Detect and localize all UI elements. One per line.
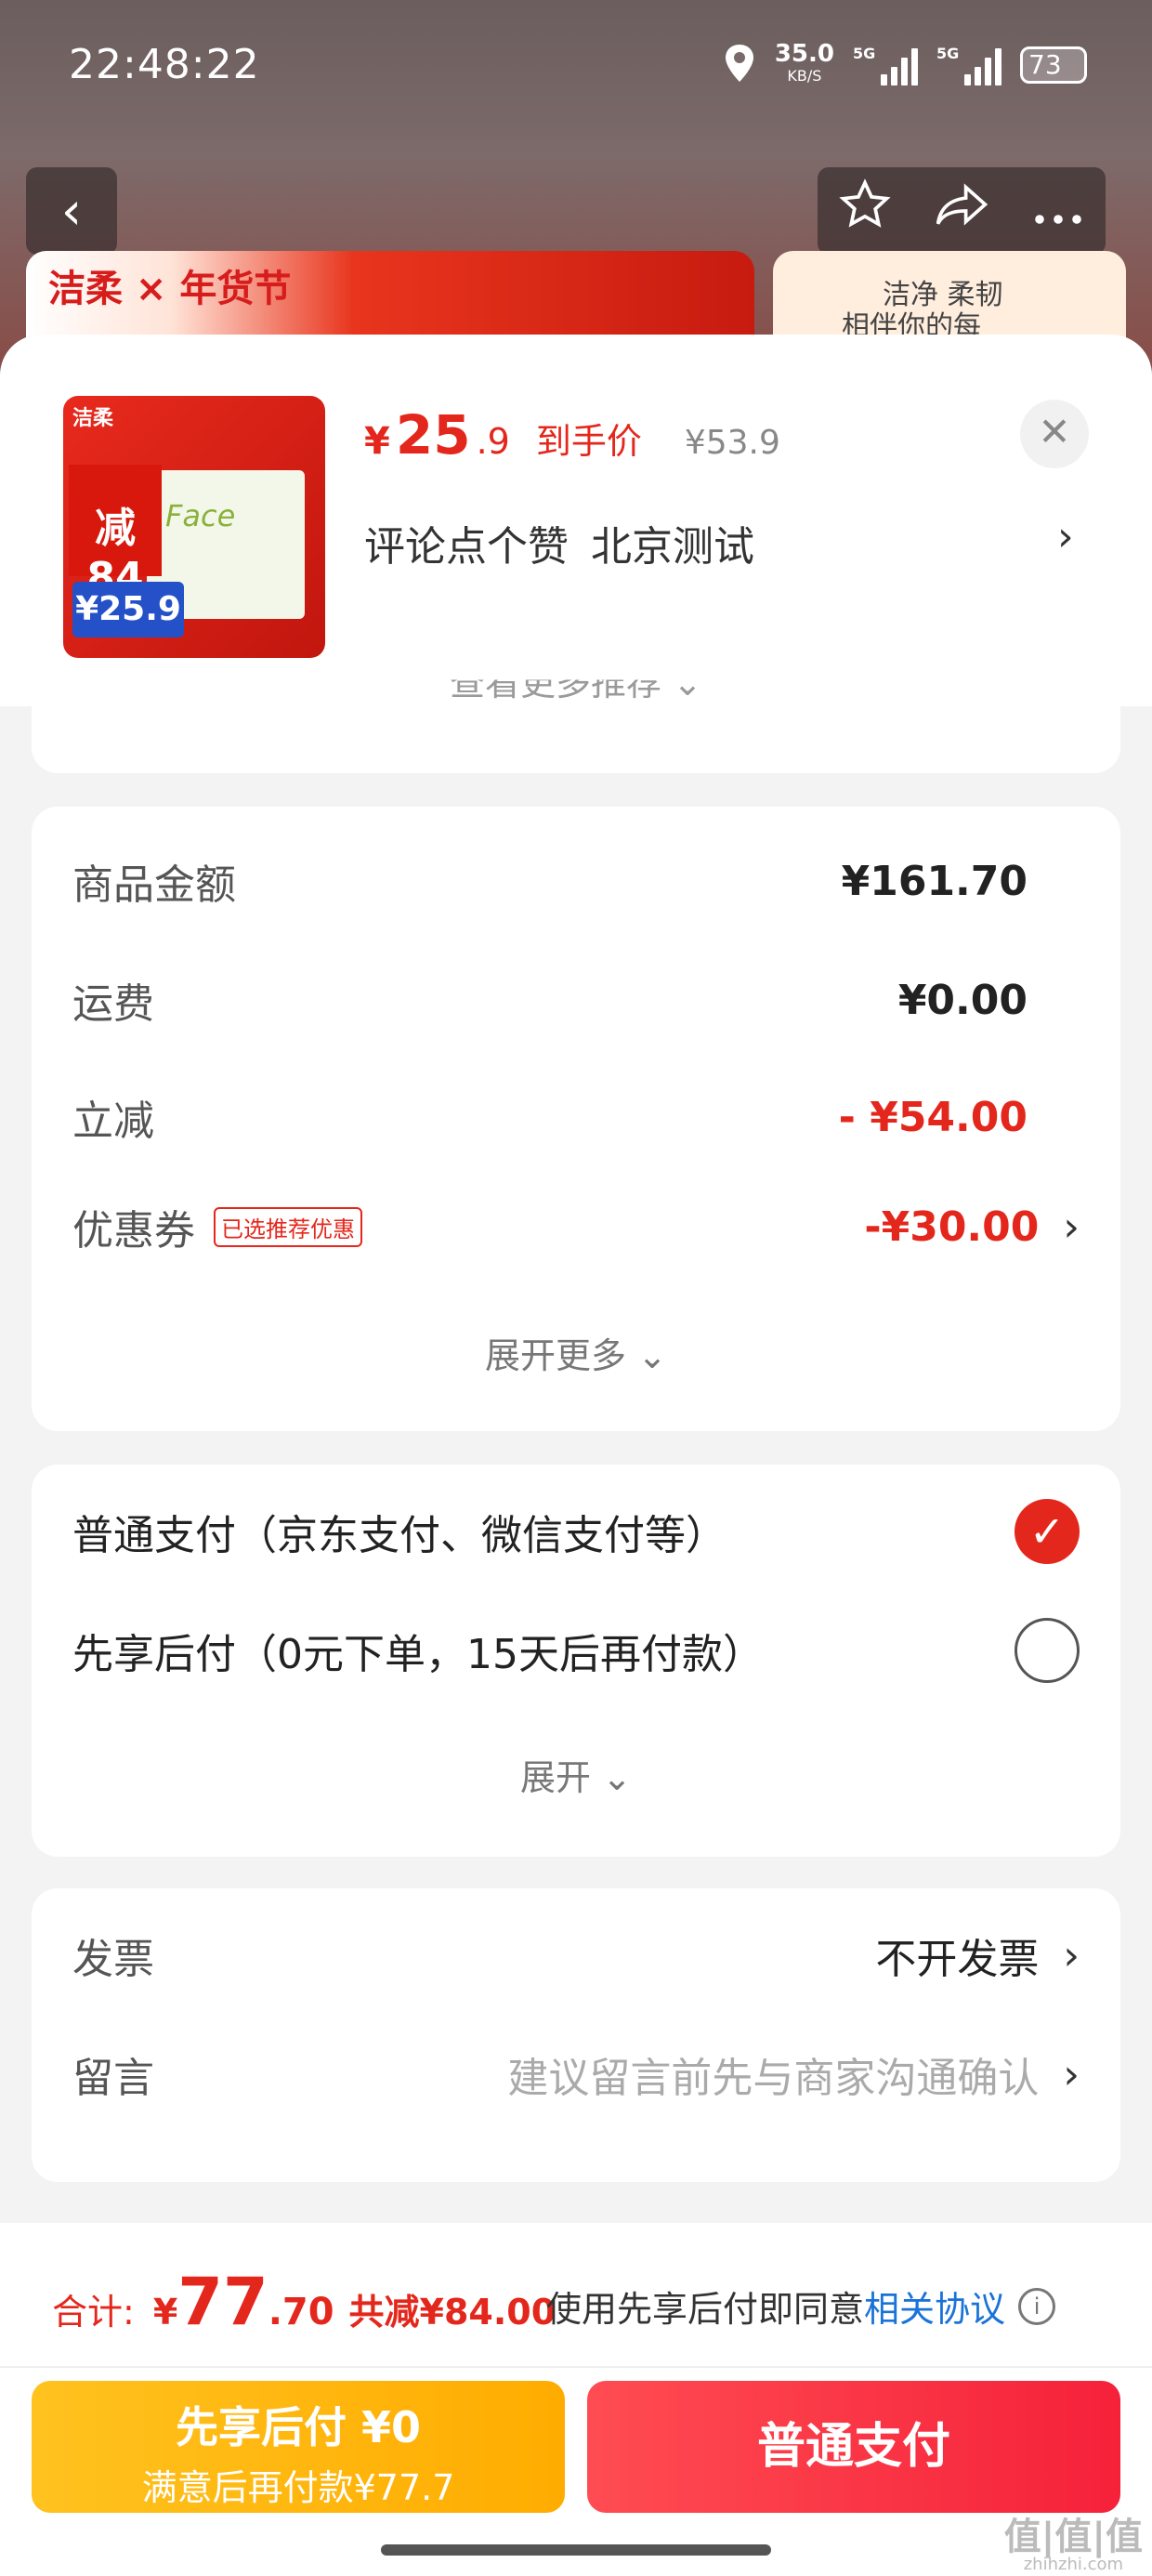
summary-row-discount: 立减 - ¥54.00 [72, 1093, 1028, 1146]
agreement-link[interactable]: 相关协议 [864, 2280, 1005, 2332]
pay-now-button[interactable]: 普通支付 [587, 2381, 1120, 2513]
total-amount: 合计: ¥ 77 .70 共减¥84.00 [52, 2264, 556, 2340]
watermark: 值|值|值 zhihzhi.com [1003, 2516, 1143, 2574]
network-speed: 35.0 KB/S [774, 40, 834, 85]
summary-row-shipping: 运费 ¥0.00 [72, 976, 1028, 1029]
checkout-footer: 合计: ¥ 77 .70 共减¥84.00 使用先享后付即同意 相关协议 i 先… [0, 2223, 1152, 2576]
home-indicator [381, 2544, 771, 2556]
close-icon: ✕ [1038, 409, 1071, 454]
payment-expand-button[interactable]: 展开 ⌄ [32, 1749, 1120, 1800]
pay-later-button[interactable]: 先享后付 ¥0 满意后再付款¥77.7 [32, 2381, 565, 2513]
note-placeholder: 建议留言前先与商家沟通确认 [507, 2055, 1040, 2102]
product-price: ¥ 25 .9 到手价 ¥53.9 [364, 403, 780, 467]
signal-icon-2: 5G [936, 45, 1001, 85]
total-saved: 共减¥84.00 [348, 2292, 556, 2333]
price-label: 到手价 [535, 421, 642, 462]
product-spec[interactable]: 评论点个赞 北京测试 [364, 513, 754, 572]
chevron-right-icon[interactable]: › [1057, 513, 1074, 560]
note-row[interactable]: 留言 建议留言前先与商家沟通确认 › [72, 2037, 1080, 2111]
discount-badge: 减84 [69, 465, 162, 601]
expand-more-button[interactable]: 展开更多 ⌄ [32, 1327, 1120, 1378]
share-icon[interactable] [934, 178, 989, 243]
payment-card: 普通支付（京东支付、微信支付等） ✓ 先享后付（0元下单，15天后再付款） 展开… [32, 1465, 1120, 1857]
chevron-left-icon: ‹ [60, 180, 83, 242]
radio-checked-icon[interactable]: ✓ [1015, 1499, 1080, 1564]
signal-icon: 5G [853, 45, 918, 85]
extras-card: 发票 不开发票 › 留言 建议留言前先与商家沟通确认 › [32, 1888, 1120, 2182]
payment-option-normal[interactable]: 普通支付（京东支付、微信支付等） ✓ [72, 1494, 1080, 1569]
more-icon[interactable] [1032, 181, 1084, 242]
recommend-card: 查看更多推荐 ⌄ [32, 660, 1120, 773]
chevron-right-icon: › [1063, 2050, 1080, 2098]
product-thumbnail: 洁柔 Face 减84 ¥25.9 [63, 396, 325, 658]
product-header: 洁柔 Face 减84 ¥25.9 ¥ 25 .9 到手价 ¥53.9 ✕ 评论… [0, 335, 1152, 706]
status-bar: 22:48:22 35.0 KB/S 5G 5G 73 [0, 0, 1152, 139]
chevron-down-icon: ⌄ [637, 1335, 667, 1376]
price-summary-card: 商品金额 ¥161.70 运费 ¥0.00 立减 - ¥54.00 优惠券 已选推… [32, 807, 1120, 1431]
recommend-more[interactable]: 查看更多推荐 ⌄ [32, 680, 1120, 706]
close-button[interactable]: ✕ [1020, 400, 1089, 468]
original-price: ¥53.9 [684, 424, 780, 462]
chevron-right-icon: › [1063, 1203, 1080, 1251]
summary-row-goods: 商品金额 ¥161.70 [72, 857, 1028, 910]
invoice-row[interactable]: 发票 不开发票 › [72, 1918, 1080, 1992]
radio-unchecked-icon[interactable] [1015, 1618, 1080, 1683]
banner-brand: 洁柔 × 年货节 [48, 268, 292, 310]
chevron-right-icon: › [1063, 1931, 1080, 1979]
info-icon[interactable]: i [1018, 2287, 1056, 2325]
star-icon[interactable] [839, 178, 891, 243]
thumb-price: ¥25.9 [72, 582, 184, 637]
back-button[interactable]: ‹ [26, 167, 117, 255]
divider [0, 2366, 1152, 2368]
status-time: 22:48:22 [69, 41, 260, 88]
battery-icon: 73 [1020, 46, 1087, 84]
status-icons: 35.0 KB/S 5G 5G 73 [723, 40, 1087, 87]
agreement-text: 使用先享后付即同意 相关协议 i [546, 2280, 1056, 2332]
payment-option-later[interactable]: 先享后付（0元下单，15天后再付款） [72, 1613, 1080, 1688]
location-icon [723, 43, 756, 87]
chevron-down-icon: ⌄ [602, 1757, 632, 1798]
coupon-tag: 已选推荐优惠 [214, 1206, 362, 1247]
top-actions [818, 167, 1106, 255]
summary-row-coupon[interactable]: 优惠券 已选推荐优惠 -¥30.00 › [72, 1189, 1080, 1264]
